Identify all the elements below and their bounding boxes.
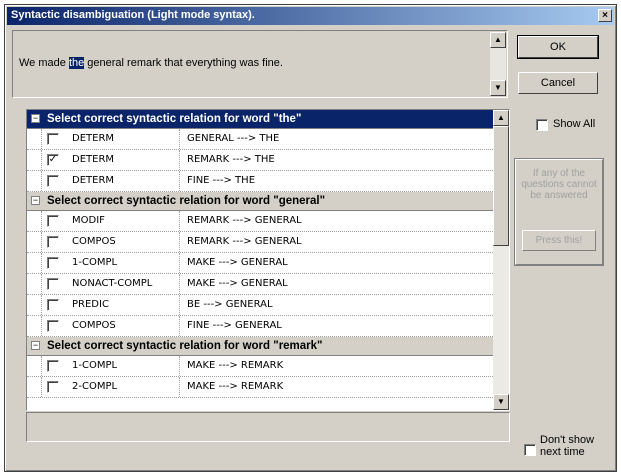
relation-row[interactable]: ✓ DETERM REMARK ---> THE <box>27 150 493 171</box>
relation-checkbox[interactable]: ✓ <box>47 154 59 166</box>
relation-checkbox[interactable] <box>47 320 59 332</box>
title-bar[interactable]: Syntactic disambiguation (Light mode syn… <box>7 7 614 25</box>
relation-label: 2-COMPL <box>72 381 118 392</box>
relation-label: DETERM <box>72 154 115 165</box>
relations-grid: − Select correct syntactic relation for w… <box>26 109 510 411</box>
relation-row[interactable]: COMPOS REMARK ---> GENERAL <box>27 232 493 253</box>
word-pair: REMARK ---> THE <box>187 154 275 165</box>
relation-label: MODIF <box>72 215 105 226</box>
group-title: Select correct syntactic relation for wo… <box>47 195 326 207</box>
collapse-icon[interactable]: − <box>31 114 40 123</box>
sentence-after: general remark that everything was fine. <box>84 57 283 69</box>
unanswerable-panel: If any of the questions cannot be answer… <box>514 158 604 266</box>
relation-cell: ✓ DETERM <box>41 150 180 170</box>
sentence-scrollbar[interactable]: ▲ ▼ <box>490 32 506 96</box>
relation-row[interactable]: PREDIC BE ---> GENERAL <box>27 295 493 316</box>
relation-row[interactable]: 1-COMPL MAKE ---> REMARK <box>27 356 493 377</box>
relation-row[interactable]: COMPOS FINE ---> GENERAL <box>27 316 493 337</box>
close-icon: × <box>602 9 608 21</box>
close-button[interactable]: × <box>598 9 612 22</box>
group-title: Select correct syntactic relation for wo… <box>47 113 302 125</box>
word-pair: REMARK ---> GENERAL <box>187 215 302 226</box>
relation-cell: COMPOS <box>41 232 180 252</box>
relation-cell: 1-COMPL <box>41 356 180 376</box>
sentence-before: We made <box>19 57 69 69</box>
relation-label: COMPOS <box>72 236 116 247</box>
relation-cell: DETERM <box>41 129 180 149</box>
scroll-up-icon[interactable]: ▲ <box>493 110 509 126</box>
group-title: Select correct syntactic relation for wo… <box>47 340 323 352</box>
word-pair: REMARK ---> GENERAL <box>187 236 302 247</box>
cancel-button[interactable]: Cancel <box>518 72 598 94</box>
ok-button[interactable]: OK <box>517 35 599 59</box>
relation-label: DETERM <box>72 133 115 144</box>
word-pair: FINE ---> THE <box>187 175 256 186</box>
scroll-down-icon[interactable]: ▼ <box>490 80 506 96</box>
relation-label: 1-COMPL <box>72 360 118 371</box>
relation-cell: NONACT-COMPL <box>41 274 180 294</box>
relation-cell: COMPOS <box>41 316 180 336</box>
press-this-button[interactable]: Press this! <box>522 230 596 251</box>
show-all-label: Show All <box>553 118 596 130</box>
group-header[interactable]: − Select correct syntactic relation for w… <box>27 337 493 356</box>
relation-row[interactable]: MODIF REMARK ---> GENERAL <box>27 211 493 232</box>
scroll-up-icon[interactable]: ▲ <box>490 32 506 48</box>
relation-label: PREDIC <box>72 299 109 310</box>
relation-cell: 1-COMPL <box>41 253 180 273</box>
relation-row[interactable]: DETERM FINE ---> THE <box>27 171 493 192</box>
relation-label: DETERM <box>72 175 115 186</box>
relation-checkbox[interactable] <box>47 278 59 290</box>
collapse-icon[interactable]: − <box>31 341 40 350</box>
relation-checkbox[interactable] <box>47 175 59 187</box>
scroll-down-icon[interactable]: ▼ <box>493 394 509 410</box>
status-bar <box>26 412 510 442</box>
relation-row[interactable]: DETERM GENERAL ---> THE <box>27 129 493 150</box>
sentence-box: We made the general remark that everythi… <box>12 30 508 98</box>
sentence-text: We made the general remark that everythi… <box>19 57 283 69</box>
relation-row[interactable]: 2-COMPL MAKE ---> REMARK <box>27 377 493 398</box>
relation-checkbox[interactable] <box>47 133 59 145</box>
collapse-icon[interactable]: − <box>31 196 40 205</box>
relation-checkbox[interactable] <box>47 215 59 227</box>
relation-checkbox[interactable] <box>47 299 59 311</box>
relation-label: 1-COMPL <box>72 257 118 268</box>
info-text: If any of the questions cannot be answer… <box>521 168 597 201</box>
relation-cell: DETERM <box>41 171 180 191</box>
relation-row[interactable]: 1-COMPL MAKE ---> GENERAL <box>27 253 493 274</box>
relation-cell: PREDIC <box>41 295 180 315</box>
show-all-checkbox[interactable] <box>536 119 548 131</box>
word-pair: FINE ---> GENERAL <box>187 320 282 331</box>
highlighted-word: the <box>68 57 85 69</box>
scroll-thumb[interactable] <box>493 126 509 246</box>
group-header[interactable]: − Select correct syntactic relation for w… <box>27 192 493 211</box>
relation-cell: 2-COMPL <box>41 377 180 397</box>
relation-cell: MODIF <box>41 211 180 231</box>
relation-checkbox[interactable] <box>47 236 59 248</box>
grid-rows: − Select correct syntactic relation for w… <box>27 110 493 398</box>
word-pair: MAKE ---> GENERAL <box>187 257 288 268</box>
group-header[interactable]: − Select correct syntactic relation for w… <box>27 110 493 129</box>
relation-row[interactable]: NONACT-COMPL MAKE ---> GENERAL <box>27 274 493 295</box>
relation-checkbox[interactable] <box>47 360 59 372</box>
word-pair: BE ---> GENERAL <box>187 299 273 310</box>
grid-scrollbar[interactable]: ▲ ▼ <box>493 110 509 410</box>
word-pair: MAKE ---> GENERAL <box>187 278 288 289</box>
relation-label: NONACT-COMPL <box>72 278 153 289</box>
dont-show-checkbox[interactable] <box>524 444 536 456</box>
window-title: Syntactic disambiguation (Light mode syn… <box>11 9 255 21</box>
dont-show-label: Don't show next time <box>540 434 595 458</box>
word-pair: MAKE ---> REMARK <box>187 381 284 392</box>
word-pair: MAKE ---> REMARK <box>187 360 284 371</box>
word-pair: GENERAL ---> THE <box>187 133 280 144</box>
relation-checkbox[interactable] <box>47 381 59 393</box>
relation-checkbox[interactable] <box>47 257 59 269</box>
relation-label: COMPOS <box>72 320 116 331</box>
